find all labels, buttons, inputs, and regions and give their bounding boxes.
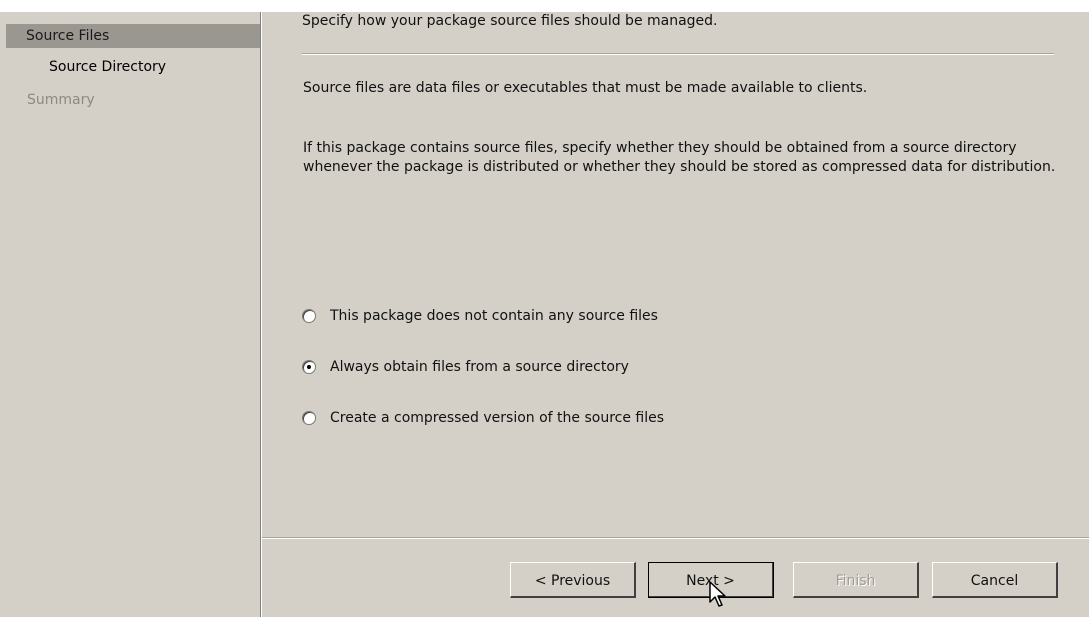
radio-button[interactable] — [302, 309, 316, 323]
option-no-source-files[interactable]: This package does not contain any source… — [302, 306, 658, 326]
wizard-content: Specify how your package source files sh… — [262, 12, 1089, 617]
radio-button[interactable] — [302, 360, 316, 374]
nav-item-source-directory[interactable]: Source Directory — [6, 55, 260, 79]
nav-item-label: Source Directory — [49, 59, 167, 75]
radio-label: This package does not contain any source… — [330, 308, 658, 324]
nav-item-summary: Summary — [6, 88, 260, 112]
instruction-paragraph: If this package contains source files, s… — [303, 140, 1056, 175]
previous-button[interactable]: < Previous — [510, 562, 636, 598]
description-paragraph: Source files are data files or executabl… — [303, 80, 868, 96]
wizard-navigation-pane: Source Files Source Directory Summary — [6, 12, 260, 617]
button-bar-separator — [262, 537, 1089, 539]
option-source-directory[interactable]: Always obtain files from a source direct… — [302, 357, 629, 377]
nav-item-label: Source Files — [26, 28, 110, 44]
nav-item-label: Summary — [27, 92, 95, 108]
radio-label: Create a compressed version of the sourc… — [330, 410, 665, 426]
heading-separator — [302, 53, 1054, 55]
option-compressed-version[interactable]: Create a compressed version of the sourc… — [302, 408, 664, 428]
nav-item-source-files[interactable]: Source Files — [6, 24, 260, 48]
radio-label: Always obtain files from a source direct… — [330, 359, 629, 375]
arrow-pointer-icon — [709, 581, 726, 607]
cancel-button[interactable]: Cancel — [932, 562, 1058, 598]
radio-button[interactable] — [302, 411, 316, 425]
finish-button: Finish — [793, 562, 919, 598]
page-heading: Specify how your package source files sh… — [302, 13, 718, 29]
window-top-strip — [0, 0, 1089, 12]
